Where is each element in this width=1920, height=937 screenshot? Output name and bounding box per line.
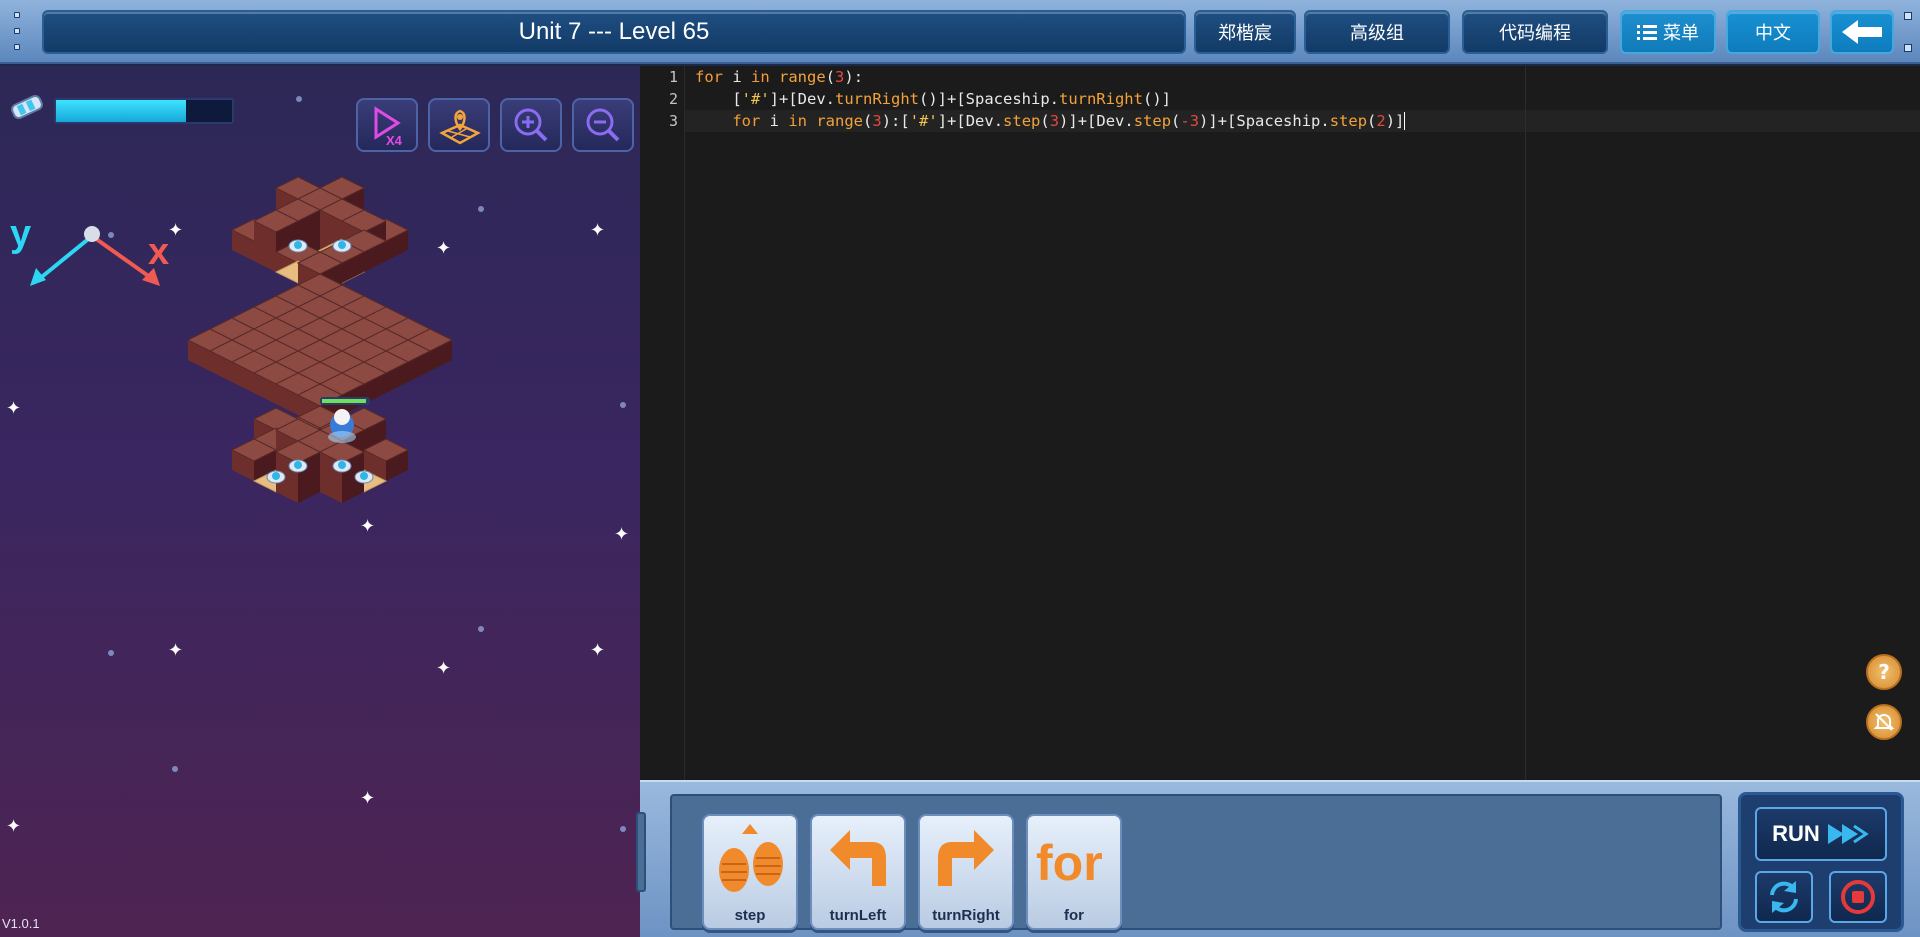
- zoom-out-button[interactable]: [572, 98, 634, 152]
- block-label: turnRight: [932, 907, 1000, 924]
- top-bar: Unit 7 --- Level 65 郑楷宸 高级组 代码编程 菜单 中文: [0, 0, 1920, 64]
- svg-text:for: for: [1036, 835, 1103, 891]
- block-label: turnLeft: [829, 907, 887, 924]
- block-for[interactable]: for for: [1026, 814, 1122, 930]
- speed-icon: X4: [374, 106, 403, 147]
- zoom-in-icon: [514, 108, 548, 142]
- zoom-out-icon: [586, 108, 620, 142]
- speed-button[interactable]: X4: [356, 98, 418, 152]
- block-step[interactable]: step: [702, 814, 798, 930]
- energy-icon: [11, 94, 43, 120]
- code-editor[interactable]: 1 2 3 for i in range(3): ['#']+[Dev.turn…: [640, 66, 1920, 780]
- corner-decoration-right: [1902, 8, 1916, 56]
- corner-decoration-left: [4, 8, 30, 56]
- code-area[interactable]: for i in range(3): ['#']+[Dev.turnRight(…: [684, 66, 1920, 780]
- for-icon: for: [1036, 835, 1103, 891]
- gem-icon: [332, 239, 352, 253]
- code-line-2[interactable]: ['#']+[Dev.turnRight()]+[Spaceship.turnR…: [695, 88, 1171, 110]
- turn-right-icon: [938, 830, 994, 886]
- fast-forward-icon: [1827, 824, 1869, 844]
- gem-icon: [288, 459, 308, 473]
- code-line-1[interactable]: for i in range(3):: [695, 66, 863, 88]
- back-arrow-icon: [1842, 20, 1882, 44]
- block-turn-right[interactable]: turnRight: [918, 814, 1014, 930]
- level-title: Unit 7 --- Level 65: [518, 18, 710, 45]
- menu-label: 菜单: [1663, 23, 1699, 44]
- print-margin: [1525, 66, 1526, 780]
- map-icon: [439, 109, 481, 145]
- axis-x-label: x: [148, 231, 169, 273]
- group-label: 高级组: [1350, 23, 1404, 44]
- stop-button[interactable]: [1829, 871, 1887, 923]
- mode-button[interactable]: 代码编程: [1462, 10, 1608, 54]
- menu-button[interactable]: 菜单: [1620, 10, 1716, 54]
- stop-icon: [1841, 880, 1875, 914]
- run-button[interactable]: RUN: [1755, 807, 1887, 861]
- level-title-bar: Unit 7 --- Level 65: [42, 10, 1186, 54]
- run-label: RUN: [1772, 821, 1820, 846]
- user-name-label: 郑楷宸: [1218, 23, 1272, 44]
- user-name-button[interactable]: 郑楷宸: [1194, 10, 1296, 54]
- zoom-in-button[interactable]: [500, 98, 562, 152]
- game-panel[interactable]: ✦ ✦ ✦ ✦ ✦ ✦ ✦ ✦ ✦ ✦ ✦ X4 y x V1.0.1: [0, 66, 640, 937]
- bottom-toolbar: step turnLeft turnRight for for RUN: [636, 780, 1920, 937]
- svg-text:X4: X4: [386, 133, 403, 147]
- turn-left-icon: [830, 830, 886, 886]
- axis-y-label: y: [10, 213, 31, 255]
- group-button[interactable]: 高级组: [1304, 10, 1450, 54]
- energy-fill: [56, 100, 187, 122]
- run-panel: RUN: [1738, 792, 1904, 932]
- version-label: V1.0.1: [2, 916, 40, 931]
- line-number: 2: [668, 90, 678, 108]
- block-turn-left[interactable]: turnLeft: [810, 814, 906, 930]
- map-button[interactable]: [428, 98, 490, 152]
- mute-icon[interactable]: [1866, 704, 1902, 740]
- gem-icon: [266, 470, 286, 484]
- block-label: step: [734, 907, 766, 924]
- reset-button[interactable]: [1755, 871, 1813, 923]
- line-gutter: 1 2 3: [640, 66, 684, 780]
- list-icon: [1637, 25, 1657, 40]
- line-number: 1: [668, 68, 678, 86]
- line-number: 3: [668, 112, 678, 130]
- gem-icon: [288, 239, 308, 253]
- language-button[interactable]: 中文: [1726, 10, 1820, 54]
- back-button[interactable]: [1830, 10, 1894, 54]
- gem-icon: [354, 470, 374, 484]
- tray-handle[interactable]: [636, 812, 646, 892]
- reset-icon: [1770, 881, 1798, 913]
- axes-indicator: y x: [10, 213, 169, 286]
- block-label: for: [1064, 907, 1084, 924]
- block-tray: step turnLeft turnRight for for: [670, 794, 1722, 930]
- help-icon[interactable]: ?: [1866, 654, 1902, 690]
- gem-icon: [332, 459, 352, 473]
- language-label: 中文: [1755, 23, 1791, 44]
- step-icon: [719, 824, 783, 892]
- mode-label: 代码编程: [1499, 23, 1571, 44]
- energy-bar: [54, 98, 234, 124]
- code-line-3[interactable]: for i in range(3):['#']+[Dev.step(3)]+[D…: [695, 110, 1406, 132]
